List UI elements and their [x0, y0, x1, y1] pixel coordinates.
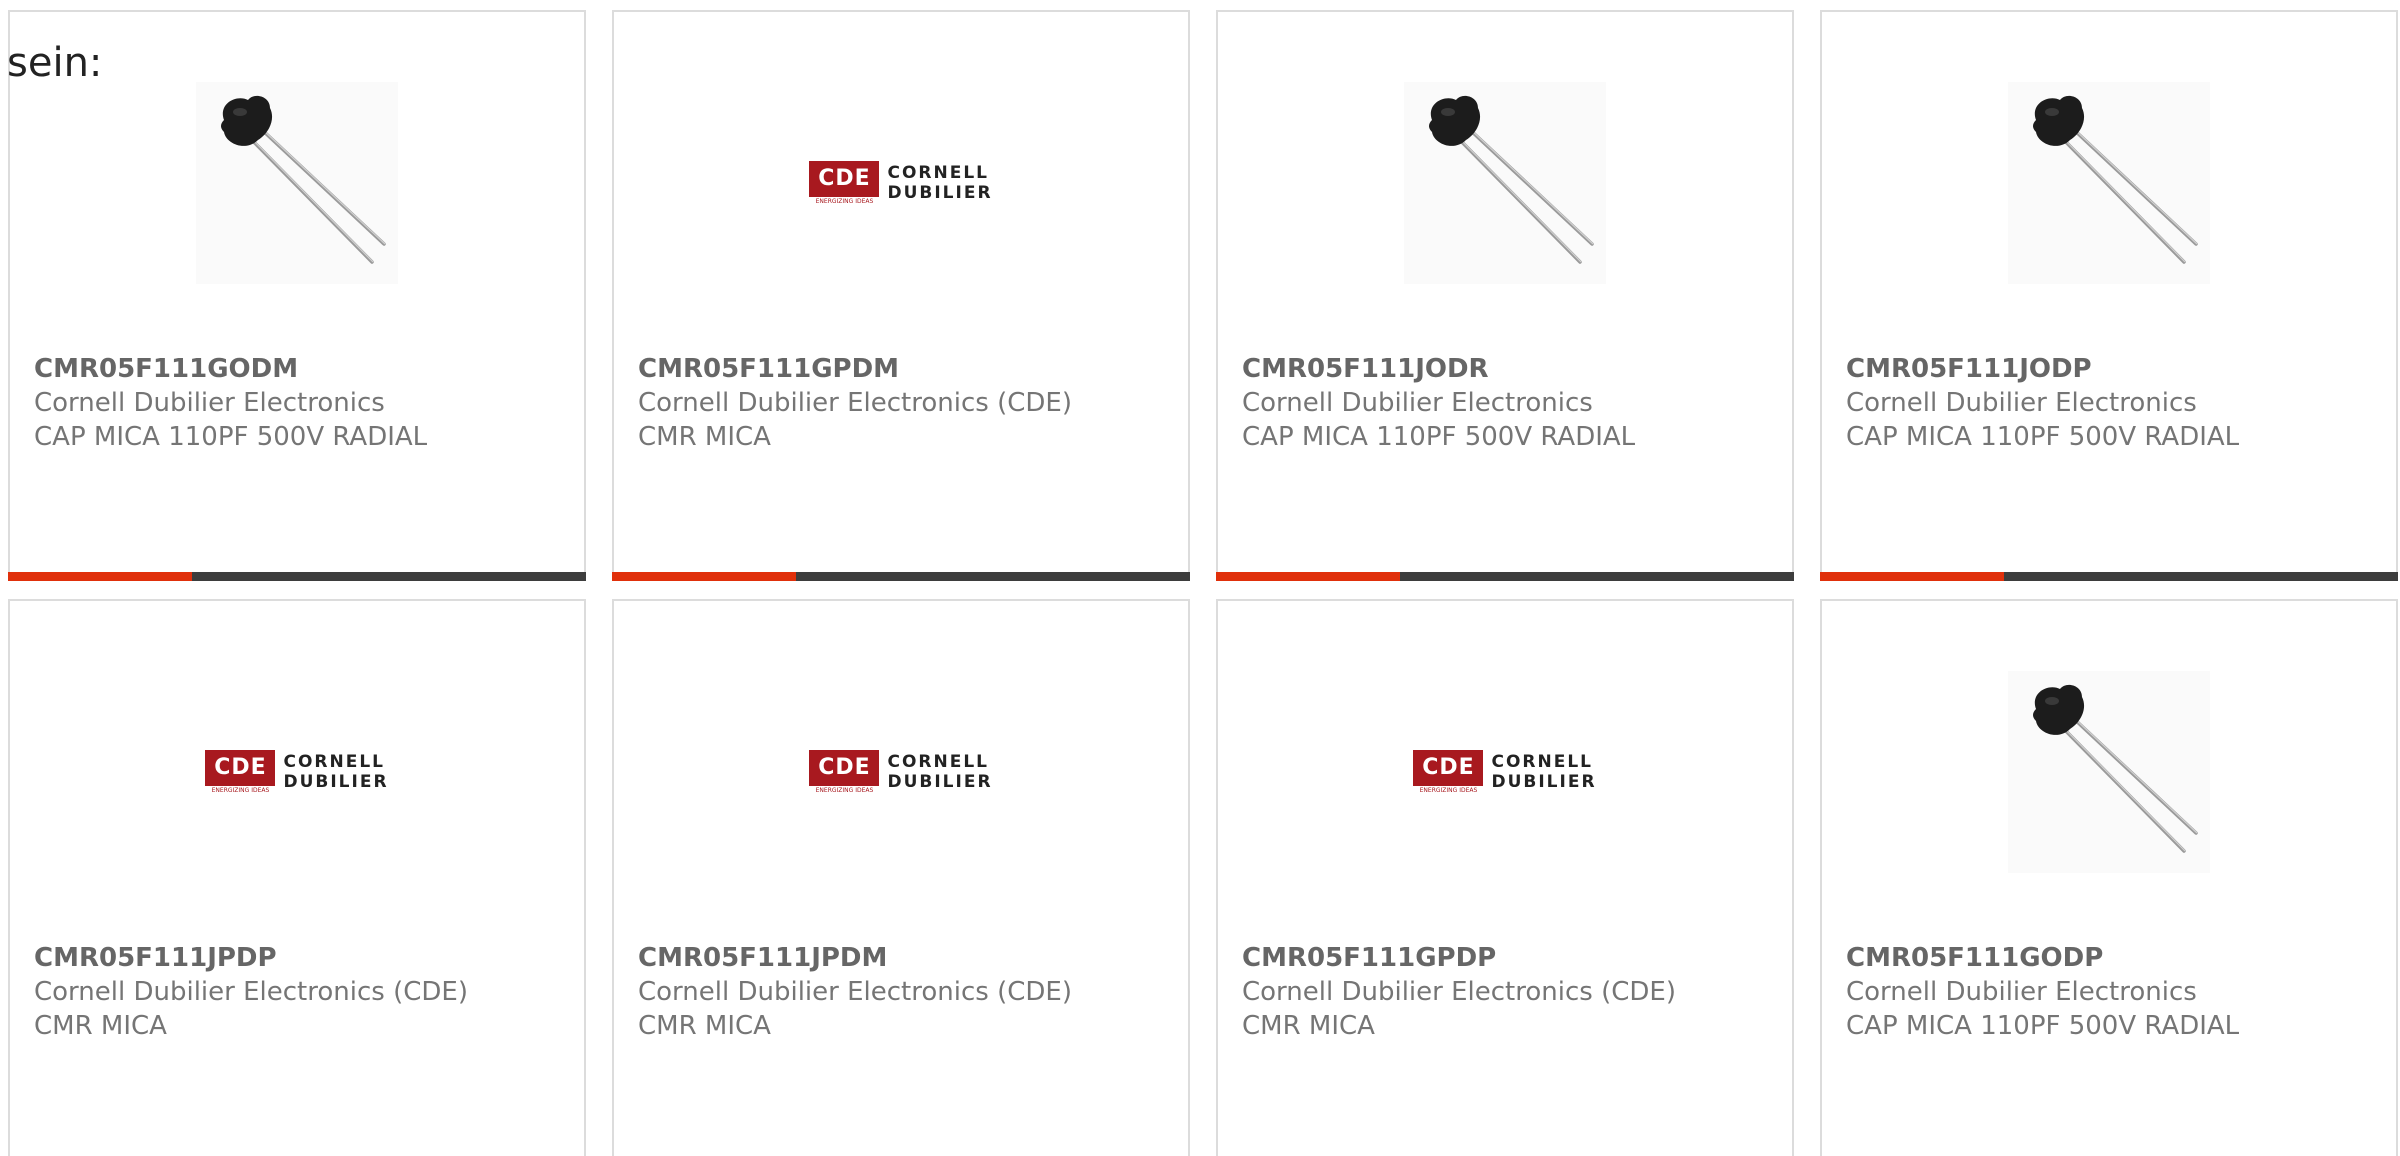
cde-logo-line2: DUBILIER [887, 183, 993, 203]
product-description: CAP MICA 110PF 500V RADIAL [1846, 1011, 2240, 1041]
product-info: CMR05F111GPDM Cornell Dubilier Electronic… [638, 352, 1168, 454]
card-bar-accent [612, 572, 796, 581]
card-bar-rest [2004, 572, 2398, 581]
product-description: CMR MICA [638, 1011, 771, 1041]
cde-logo-line2: DUBILIER [1491, 772, 1597, 792]
product-description: CAP MICA 110PF 500V RADIAL [1242, 422, 1636, 452]
cde-logo-tagline: ENERGIZING IDEAS [815, 197, 874, 205]
manufacturer-name: Cornell Dubilier Electronics (CDE) [1242, 977, 1676, 1007]
capacitor-photo [2033, 95, 2198, 264]
card-bar-rest [796, 572, 1190, 581]
card-bar-accent [1216, 572, 1400, 581]
product-description: CAP MICA 110PF 500V RADIAL [34, 422, 428, 452]
part-number[interactable]: CMR05F111JPDM [638, 941, 1168, 975]
cde-logo-line2: DUBILIER [887, 772, 993, 792]
product-image[interactable]: CDE ENERGIZING IDEAS CORNELL DUBILIER [800, 82, 1002, 284]
cde-logo: CDE ENERGIZING IDEAS CORNELL DUBILIER [1413, 749, 1597, 795]
capacitor-photo [2033, 684, 2198, 853]
product-info: CMR05F111JPDM Cornell Dubilier Electronic… [638, 941, 1168, 1043]
cde-logo-line1: CORNELL [887, 752, 989, 772]
part-number[interactable]: CMR05F111GPDP [1242, 941, 1772, 975]
cde-logo-line2: DUBILIER [283, 772, 389, 792]
product-description: CMR MICA [638, 422, 771, 452]
card-bottom-bar [1216, 572, 1794, 581]
part-number[interactable]: CMR05F111JODP [1846, 352, 2376, 386]
cde-logo-tagline: ENERGIZING IDEAS [1419, 786, 1478, 794]
product-card[interactable]: CDE ENERGIZING IDEAS CORNELL DUBILIER CMR05F… [1216, 599, 1794, 1156]
product-card[interactable]: CDE ENERGIZING IDEAS CORNELL DUBILIER CMR05F… [612, 599, 1190, 1156]
card-bar-accent [1820, 572, 2004, 581]
product-card[interactable]: CMR05F111JODR Cornell Dubilier Electronic… [1216, 10, 1794, 581]
part-number[interactable]: CMR05F111JODR [1242, 352, 1772, 386]
product-card[interactable]: CMR05F111JODP Cornell Dubilier Electronic… [1820, 10, 2398, 581]
cde-logo-tagline: ENERGIZING IDEAS [211, 786, 270, 794]
product-info: CMR05F111JODP Cornell Dubilier Electronic… [1846, 352, 2376, 454]
cde-logo-tagline: ENERGIZING IDEAS [815, 786, 874, 794]
product-grid: CMR05F111GODM Cornell Dubilier Electronic… [8, 10, 2400, 1156]
product-image[interactable]: CDE ENERGIZING IDEAS CORNELL DUBILIER [1404, 671, 1606, 873]
manufacturer-name: Cornell Dubilier Electronics (CDE) [638, 388, 1072, 418]
product-card[interactable]: CMR05F111GODM Cornell Dubilier Electronic… [8, 10, 586, 581]
part-number[interactable]: CMR05F111JPDP [34, 941, 564, 975]
card-bottom-bar [8, 572, 586, 581]
product-card[interactable]: CDE ENERGIZING IDEAS CORNELL DUBILIER CMR05F… [612, 10, 1190, 581]
product-info: CMR05F111GODM Cornell Dubilier Electronic… [34, 352, 564, 454]
part-number[interactable]: CMR05F111GPDM [638, 352, 1168, 386]
cde-logo-mark: CDE [809, 160, 880, 197]
capacitor-photo [221, 95, 386, 264]
product-description: CMR MICA [1242, 1011, 1375, 1041]
manufacturer-name: Cornell Dubilier Electronics (CDE) [34, 977, 468, 1007]
cde-logo-line1: CORNELL [283, 752, 385, 772]
product-image[interactable] [2008, 82, 2210, 284]
product-info: CMR05F111GODP Cornell Dubilier Electronic… [1846, 941, 2376, 1043]
card-bar-rest [192, 572, 586, 581]
part-number[interactable]: CMR05F111GODP [1846, 941, 2376, 975]
product-info: CMR05F111JPDP Cornell Dubilier Electronic… [34, 941, 564, 1043]
product-description: CAP MICA 110PF 500V RADIAL [1846, 422, 2240, 452]
cde-logo: CDE ENERGIZING IDEAS CORNELL DUBILIER [809, 160, 993, 206]
manufacturer-name: Cornell Dubilier Electronics [1242, 388, 1593, 418]
card-bottom-bar [1820, 572, 2398, 581]
product-results-page: CMR05F111GODM Cornell Dubilier Electronic… [0, 0, 2400, 1156]
product-card[interactable]: CDE ENERGIZING IDEAS CORNELL DUBILIER CMR05F… [8, 599, 586, 1156]
card-bar-accent [8, 572, 192, 581]
product-image[interactable]: CDE ENERGIZING IDEAS CORNELL DUBILIER [196, 671, 398, 873]
cde-logo-mark: CDE [205, 749, 276, 786]
manufacturer-name: Cornell Dubilier Electronics [1846, 388, 2197, 418]
manufacturer-name: Cornell Dubilier Electronics (CDE) [638, 977, 1072, 1007]
product-image[interactable] [2008, 671, 2210, 873]
manufacturer-name: Cornell Dubilier Electronics [1846, 977, 2197, 1007]
product-image[interactable] [1404, 82, 1606, 284]
cde-logo: CDE ENERGIZING IDEAS CORNELL DUBILIER [809, 749, 993, 795]
card-bottom-bar [612, 572, 1190, 581]
cde-logo-line1: CORNELL [1491, 752, 1593, 772]
product-image[interactable] [196, 82, 398, 284]
part-number[interactable]: CMR05F111GODM [34, 352, 564, 386]
product-card[interactable]: CMR05F111GODP Cornell Dubilier Electronic… [1820, 599, 2398, 1156]
manufacturer-name: Cornell Dubilier Electronics [34, 388, 385, 418]
cde-logo-mark: CDE [809, 749, 880, 786]
cde-logo-line1: CORNELL [887, 163, 989, 183]
product-info: CMR05F111GPDP Cornell Dubilier Electronic… [1242, 941, 1772, 1043]
product-description: CMR MICA [34, 1011, 167, 1041]
card-bar-rest [1400, 572, 1794, 581]
product-info: CMR05F111JODR Cornell Dubilier Electronic… [1242, 352, 1772, 454]
cde-logo-mark: CDE [1413, 749, 1484, 786]
intro-text: sein: [7, 40, 103, 86]
product-image[interactable]: CDE ENERGIZING IDEAS CORNELL DUBILIER [800, 671, 1002, 873]
capacitor-photo [1429, 95, 1594, 264]
cde-logo: CDE ENERGIZING IDEAS CORNELL DUBILIER [205, 749, 389, 795]
